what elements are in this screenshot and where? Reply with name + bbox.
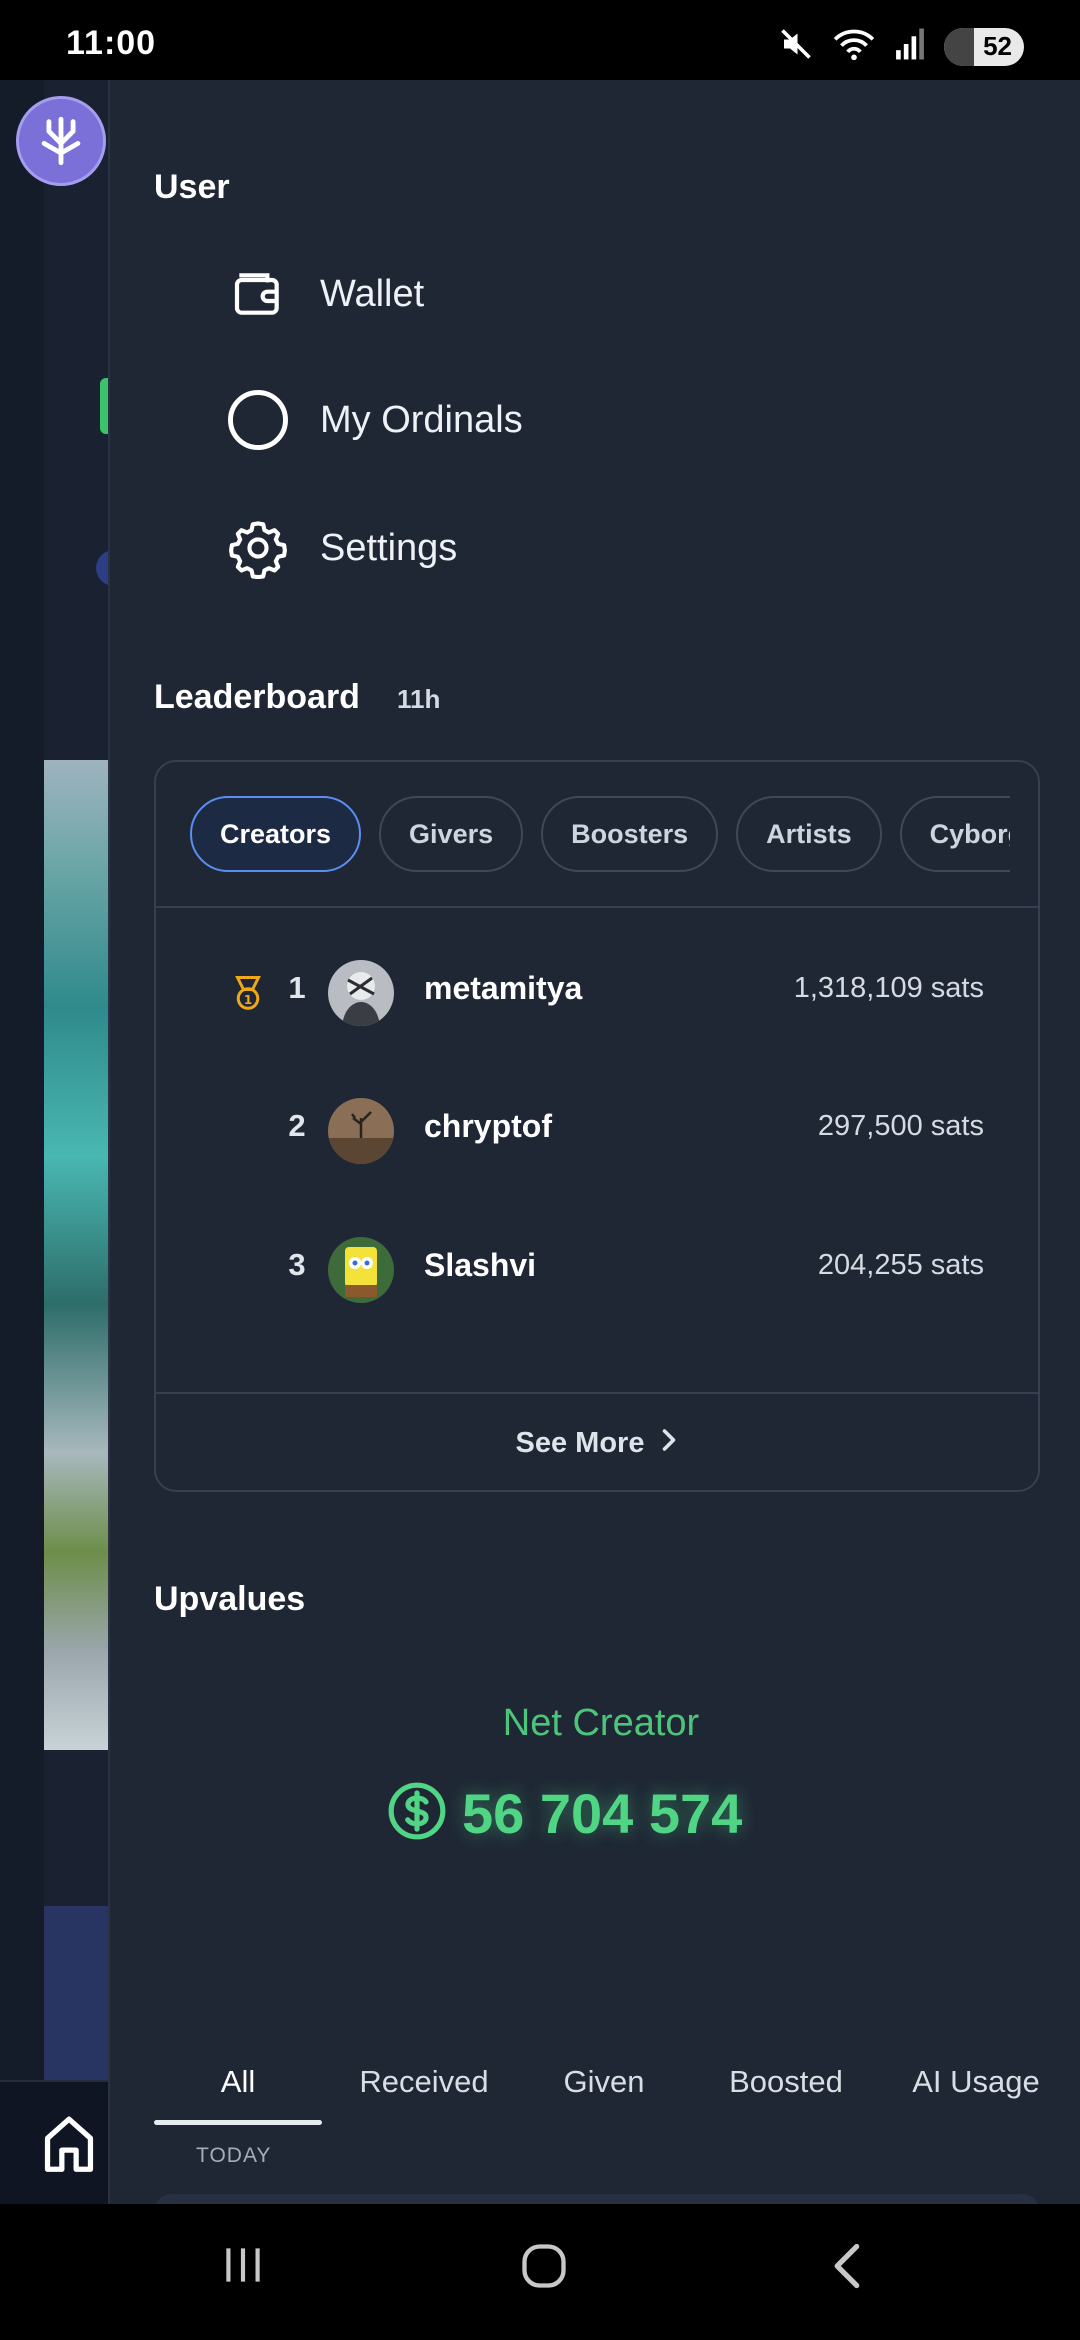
net-creator-amount: 56 704 574	[462, 1782, 743, 1845]
dollar-coin-icon	[386, 1780, 448, 1847]
menu-item-my-ordinals[interactable]: My Ordinals	[218, 370, 918, 470]
tree-logo-icon	[41, 116, 81, 166]
chip-creators[interactable]: Creators	[190, 796, 362, 872]
active-tab-indicator	[154, 2120, 322, 2125]
tab-given[interactable]: Given	[524, 2040, 684, 2124]
recent-apps-icon[interactable]	[218, 2240, 268, 2295]
tab-ai-usage[interactable]: AI Usage	[886, 2040, 1066, 2124]
battery-icon: 52	[944, 27, 1024, 66]
background-bottom-nav	[0, 2080, 110, 2204]
upvalues-tabs: All Received Given Boosted AI Usage	[154, 2040, 1080, 2125]
tab-boosted[interactable]: Boosted	[696, 2040, 876, 2124]
status-time: 11:00	[66, 24, 157, 62]
transaction-card[interactable]	[154, 2194, 1040, 2204]
medal-icon: 1	[232, 976, 264, 1017]
upvalues-title: Upvalues	[154, 1580, 306, 1618]
home-icon[interactable]	[40, 2112, 98, 2179]
leaderboard-rank: 2	[288, 1108, 306, 1143]
leaderboard-sats: 297,500 sats	[817, 1110, 984, 1142]
leaderboard-rank: 3	[288, 1247, 306, 1282]
leaderboard-title: Leaderboard	[154, 678, 360, 716]
back-icon[interactable]	[826, 2240, 870, 2297]
menu-item-wallet[interactable]: Wallet	[218, 244, 918, 344]
leaderboard-sats: 1,318,109 sats	[793, 972, 984, 1004]
see-more-label: See More	[515, 1426, 645, 1459]
net-creator-value: 56 704 574	[386, 1780, 742, 1847]
circle-icon	[218, 380, 298, 460]
app-logo[interactable]	[16, 96, 106, 186]
tab-all[interactable]: All	[154, 2040, 322, 2124]
leaderboard-time-left: 11h	[397, 684, 441, 714]
leaderboard-sats: 204,255 sats	[817, 1249, 984, 1281]
chip-boosters[interactable]: Boosters	[541, 796, 719, 872]
leaderboard-row[interactable]: 3 Slashvi 204,255 sats	[156, 1219, 1038, 1319]
leaderboard-card: Creators Givers Boosters Artists Cyborg …	[154, 760, 1040, 1492]
leaderboard-username: Slashvi	[424, 1247, 537, 1283]
system-nav-bar	[0, 2204, 1080, 2340]
leaderboard-rank: 1	[288, 970, 306, 1005]
net-creator-label: Net Creator	[502, 1702, 700, 1744]
wallet-icon	[218, 254, 298, 334]
chip-cyborg[interactable]: Cyborg	[899, 796, 1010, 872]
chip-givers[interactable]: Givers	[379, 796, 524, 872]
home-button-icon[interactable]	[518, 2240, 570, 2297]
navigation-drawer: User Wallet My Ordinals Settings Leaderb…	[108, 80, 1080, 2204]
leaderboard-username: metamitya	[424, 970, 583, 1006]
menu-item-label: Wallet	[320, 272, 425, 315]
status-bar: 11:00 52	[0, 0, 1080, 80]
group-label-today: TODAY	[196, 2144, 272, 2167]
menu-item-label: Settings	[320, 526, 458, 569]
leaderboard-row[interactable]: 1 1 metamitya 1,318,109 sats	[156, 942, 1038, 1042]
mute-icon	[778, 26, 814, 67]
chevron-right-icon	[660, 1427, 678, 1460]
user-section-title: User	[154, 168, 230, 206]
tab-received[interactable]: Received	[334, 2040, 514, 2124]
avatar[interactable]	[328, 1098, 394, 1164]
leaderboard-row[interactable]: 2 chryptof 297,500 sats	[156, 1080, 1038, 1180]
avatar[interactable]	[328, 960, 394, 1026]
see-more-button[interactable]: See More	[156, 1394, 1038, 1490]
background-rail	[0, 80, 44, 2204]
divider	[156, 906, 1038, 908]
status-icons: 52	[778, 26, 1024, 67]
leaderboard-username: chryptof	[424, 1108, 552, 1144]
chip-artists[interactable]: Artists	[736, 796, 882, 872]
signal-icon	[894, 27, 926, 66]
background-image	[44, 760, 110, 1750]
battery-level: 52	[983, 31, 1012, 61]
wifi-icon	[832, 26, 876, 67]
gear-icon	[218, 508, 298, 588]
background-app	[0, 80, 110, 2204]
svg-text:1: 1	[244, 993, 252, 1007]
menu-item-settings[interactable]: Settings	[218, 498, 918, 598]
menu-item-label: My Ordinals	[320, 398, 523, 441]
avatar[interactable]	[328, 1237, 394, 1303]
leaderboard-filter-chips: Creators Givers Boosters Artists Cyborg	[190, 796, 1010, 872]
